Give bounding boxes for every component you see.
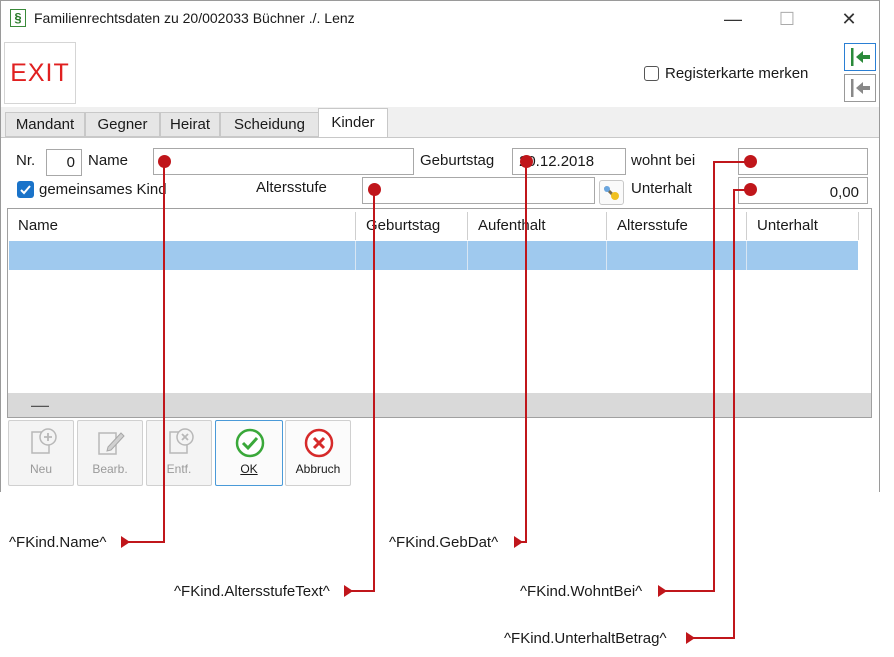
table-row[interactable] [9,241,858,270]
footer-mark: — [31,395,49,415]
column-header-unterhalt[interactable]: Unterhalt [747,212,859,240]
close-button[interactable]: ✕ [834,6,864,32]
annotation-name: ^FKind.Name^ [9,534,107,551]
neu-button-label: Neu [29,462,52,476]
tab-kinder[interactable]: Kinder [318,108,388,138]
connector-line [713,161,746,163]
minimize-button[interactable]: — [718,6,748,32]
lookup-icon [603,185,619,200]
cell-divider [467,241,468,270]
arrow-icon [658,585,667,597]
altersstufe-lookup-button[interactable] [599,180,624,205]
column-header-name[interactable]: Name [8,212,356,240]
connector-line [733,189,735,639]
arrow-back-icon [851,79,870,97]
altersstufe-field[interactable] [362,177,595,204]
abbruch-button[interactable]: Abbruch [285,420,351,486]
annotation-wohntbei: ^FKind.WohntBei^ [520,583,643,600]
name-label: Name [88,152,129,169]
table-footer [8,393,871,417]
annotation-unterhalt: ^FKind.UnterhaltBetrag^ [504,630,667,647]
cell-divider [746,241,747,270]
entf-button[interactable]: Entf. [146,420,212,486]
check-circle-icon [235,428,265,458]
arrow-icon [686,632,695,644]
geburtstag-label: Geburtstag [420,152,495,169]
connector-line [713,161,715,592]
arrow-icon [514,536,523,548]
connector-line [373,190,375,592]
nav-back-button[interactable] [844,74,876,102]
remember-tab-checkbox[interactable] [644,66,659,81]
tab-heirat[interactable]: Heirat [160,112,220,137]
nr-field[interactable]: 0 [46,149,82,176]
delete-icon [169,428,194,454]
tab-gegner[interactable]: Gegner [85,112,160,137]
ok-button[interactable]: OK [215,420,283,486]
abbruch-button-label: Abbruch [295,462,341,476]
altersstufe-label: Altersstufe [256,179,327,196]
annotation-gebdat: ^FKind.GebDat^ [389,534,499,551]
cell-divider [606,241,607,270]
annotation-altersstufe: ^FKind.AltersstufeText^ [174,583,330,600]
window-title: Familienrechtsdaten zu 20/002033 Büchner… [34,10,355,26]
connector-line [525,162,527,543]
gemeinsames-kind-label: gemeinsames Kind [39,181,167,198]
unterhalt-field[interactable]: 0,00 [738,177,868,204]
maximize-button[interactable]: ☐ [772,6,802,32]
checkmark-icon [20,185,31,195]
arrow-enter-icon [851,48,870,66]
cancel-circle-icon [304,428,334,458]
wohnt-bei-field[interactable] [738,148,868,175]
name-field[interactable] [153,148,414,175]
unterhalt-label: Unterhalt [631,180,692,197]
bearb-button-label: Bearb. [92,462,128,476]
column-header-altersstufe[interactable]: Altersstufe [607,212,747,240]
tab-scheidung[interactable]: Scheidung [220,112,319,137]
exit-button[interactable]: EXIT [4,42,76,104]
remember-tab-label: Registerkarte merken [665,65,809,82]
add-icon [31,428,57,454]
wohnt-bei-label: wohnt bei [631,152,696,169]
app-icon: § [10,9,26,27]
arrow-icon [344,585,353,597]
edit-icon [98,432,125,455]
gemeinsames-kind-checkbox[interactable] [17,181,34,198]
nr-label: Nr. [16,152,36,169]
cell-divider [355,241,356,270]
tab-mandant[interactable]: Mandant [5,112,85,137]
entf-button-label: Entf. [166,462,192,476]
bearb-button[interactable]: Bearb. [77,420,143,486]
neu-button[interactable]: Neu [8,420,74,486]
column-header-aufenthalt[interactable]: Aufenthalt [468,212,607,240]
ok-button-label: OK [240,462,258,476]
arrow-icon [121,536,130,548]
nav-enter-button[interactable] [844,43,876,71]
connector-line [163,162,165,543]
